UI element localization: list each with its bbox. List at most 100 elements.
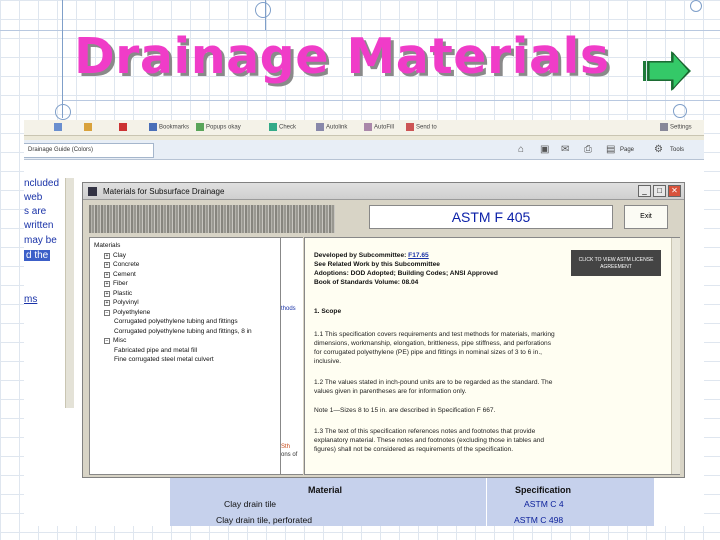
- next-arrow-icon[interactable]: [643, 49, 693, 93]
- tree-item[interactable]: + Plastic: [104, 290, 132, 297]
- left-text-line: s are: [24, 206, 47, 217]
- expand-toggle-icon[interactable]: −: [104, 338, 110, 344]
- header-banner: [89, 205, 335, 233]
- expand-toggle-icon[interactable]: +: [104, 271, 110, 278]
- left-link[interactable]: ms: [24, 294, 37, 305]
- adoptions: Adoptions: DOD Adopted; Building Codes; …: [314, 270, 498, 277]
- app-icon: [88, 187, 97, 196]
- close-button[interactable]: ✕: [668, 185, 681, 197]
- feed-icon[interactable]: ▣: [540, 144, 549, 155]
- related-work-link[interactable]: See Related Work by this Subcommittee: [314, 261, 440, 268]
- left-text-line: written: [24, 220, 54, 231]
- tree-item[interactable]: + Cement: [104, 271, 136, 278]
- material-column-header: Material: [308, 485, 343, 495]
- materials-tree[interactable]: Materials + Clay + Concrete + Cement + Fiber + Pla…: [89, 237, 281, 475]
- mail-icon[interactable]: ✉: [561, 144, 569, 155]
- toolbar-autofill[interactable]: AutoFill: [364, 123, 394, 133]
- toolbar-settings[interactable]: Settings: [660, 123, 692, 133]
- subcommittee-link[interactable]: F17.65: [408, 252, 429, 259]
- scrollbar[interactable]: [671, 238, 680, 474]
- tools-menu[interactable]: Tools: [670, 147, 684, 153]
- minimize-button[interactable]: _: [638, 185, 651, 197]
- scope-text: for corrugated polyethylene (PE) pipe an…: [314, 349, 542, 356]
- book-volume: Book of Standards Volume: 08.04: [314, 279, 419, 286]
- left-text-line: web: [24, 192, 43, 203]
- link-icon: [316, 123, 324, 131]
- left-text-line: may be: [24, 235, 57, 246]
- send-icon: [406, 123, 414, 131]
- popup-icon: [196, 123, 204, 131]
- page-menu[interactable]: Page: [620, 147, 634, 153]
- toolbar-bookmarks[interactable]: Bookmarks: [149, 123, 189, 133]
- toolbar-sendto[interactable]: Send to: [406, 123, 437, 133]
- table-cell-material: Clay drain tile: [224, 499, 277, 509]
- tree-item[interactable]: + Concrete: [104, 261, 139, 268]
- page-icon[interactable]: ▤: [606, 144, 615, 155]
- tree-item-label: Polyvinyl: [113, 299, 139, 306]
- browser-tab[interactable]: Drainage Guide (Colors): [24, 143, 154, 158]
- tree-item[interactable]: − Polyethylene: [104, 309, 150, 316]
- tree-item-label: Polyethylene: [113, 308, 151, 316]
- bookmark-icon: [149, 123, 157, 131]
- tree-item[interactable]: Materials: [94, 242, 120, 249]
- tree-item[interactable]: Corrugated polyethylene tubing and fitti…: [114, 318, 238, 325]
- middle-column: thods Sth ons of: [281, 237, 303, 475]
- block-icon: [119, 123, 127, 131]
- home-icon: [54, 123, 62, 131]
- toolbar-autolink[interactable]: Autolink: [316, 123, 347, 133]
- tree-item[interactable]: + Fiber: [104, 280, 128, 287]
- toolbar-popups[interactable]: Popups okay: [196, 123, 241, 133]
- expand-toggle-icon[interactable]: +: [104, 290, 110, 297]
- left-text-line: ncluded: [24, 178, 60, 189]
- maximize-button[interactable]: □: [653, 185, 666, 197]
- table-cell-spec: ASTM C 4: [524, 499, 564, 509]
- scope-heading: 1. Scope: [314, 308, 342, 315]
- star-icon: [84, 123, 92, 131]
- left-text-column: ncluded web s are written may be d the m…: [24, 160, 64, 526]
- check-icon: [269, 123, 277, 131]
- tree-item[interactable]: Corrugated polyethylene tubing and fitti…: [114, 328, 252, 335]
- toolbar-check[interactable]: Check: [269, 123, 296, 133]
- gear-icon[interactable]: ⚙: [654, 144, 663, 155]
- home-icon[interactable]: ⌂: [518, 144, 524, 155]
- toolbar-item[interactable]: [119, 123, 129, 133]
- tree-item[interactable]: Fine corrugated steel metal culvert: [114, 356, 214, 363]
- tab-bar: Drainage Guide (Colors) ⌂ ▣ ✉ ⎙ ▤ Page ⚙…: [24, 140, 704, 160]
- tree-item-label: Fine corrugated steel metal culvert: [114, 356, 214, 363]
- scope-text: inclusive.: [314, 358, 342, 365]
- scrollbar[interactable]: [65, 178, 74, 408]
- tree-item[interactable]: Fabricated pipe and metal fill: [114, 347, 197, 354]
- browser-toolbar: Bookmarks Popups okay Check Autolink Aut…: [24, 120, 704, 136]
- browser-window: Bookmarks Popups okay Check Autolink Aut…: [24, 120, 704, 526]
- toolbar-item[interactable]: [54, 123, 64, 133]
- tree-item-label: Cement: [113, 270, 136, 278]
- fragment-text: Sth: [281, 444, 291, 450]
- expand-toggle-icon[interactable]: +: [104, 262, 110, 268]
- dialog-title: Materials for Subsurface Drainage: [103, 187, 225, 196]
- left-text-highlight: d the: [24, 250, 51, 261]
- expand-toggle-icon[interactable]: −: [104, 309, 110, 316]
- print-icon[interactable]: ⎙: [584, 144, 592, 155]
- tree-item[interactable]: − Misc: [104, 337, 126, 344]
- scope-text: 1.2 The values stated in inch-pound unit…: [314, 379, 553, 386]
- dialog-titlebar: Materials for Subsurface Drainage _ □ ✕: [83, 183, 684, 200]
- decor-line: [62, 0, 63, 118]
- expand-toggle-icon[interactable]: +: [104, 252, 110, 259]
- tree-item-label: Misc: [113, 337, 127, 344]
- fragment-text: thods: [281, 306, 296, 312]
- astm-standard-label: ASTM F 405: [369, 205, 613, 229]
- tree-item-label: Clay: [113, 251, 127, 259]
- expand-toggle-icon[interactable]: +: [104, 281, 110, 287]
- tree-item-label: Materials: [94, 242, 121, 249]
- scope-text: explanatory material. These notes and fo…: [314, 437, 545, 444]
- tree-item-label: Fabricated pipe and metal fill: [114, 346, 198, 354]
- expand-toggle-icon[interactable]: +: [104, 300, 110, 306]
- scope-text: dimensions, workmanship, elongation, bri…: [314, 340, 552, 347]
- view-license-button[interactable]: CLICK TO VIEW ASTM LICENSE AGREEMENT: [571, 250, 661, 276]
- toolbar-item[interactable]: [84, 123, 94, 133]
- tree-item[interactable]: + Clay: [104, 252, 126, 259]
- table-cell-spec: ASTM C 498: [514, 515, 564, 525]
- developed-by: Developed by Subcommittee: F17.65: [314, 252, 429, 259]
- exit-button[interactable]: Exit: [624, 205, 668, 229]
- tree-item[interactable]: + Polyvinyl: [104, 299, 139, 306]
